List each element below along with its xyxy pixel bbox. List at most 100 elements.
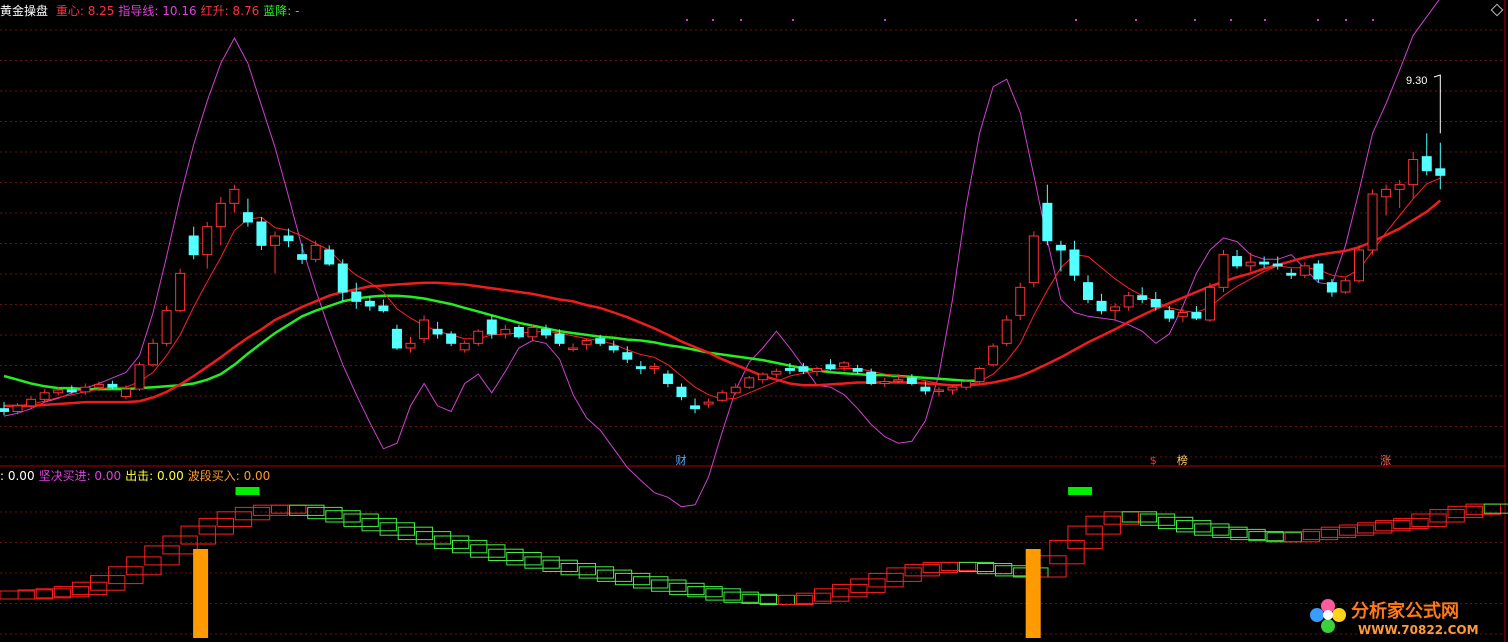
candle-body bbox=[378, 305, 389, 312]
guide-line-series bbox=[3, 0, 1440, 508]
candle-body bbox=[134, 364, 145, 390]
candle-body bbox=[866, 371, 877, 384]
wave-step bbox=[868, 572, 904, 588]
candle-body bbox=[1015, 286, 1026, 316]
buy-signal-bar bbox=[1025, 549, 1041, 638]
dot-marker bbox=[1372, 19, 1374, 21]
wave-step bbox=[1357, 522, 1393, 534]
candle-body bbox=[690, 405, 701, 410]
wave-step bbox=[1067, 525, 1103, 549]
candle-body bbox=[297, 254, 308, 260]
candle-body bbox=[947, 386, 958, 391]
wave-step bbox=[470, 544, 506, 558]
candle-body bbox=[26, 398, 37, 407]
candle-body bbox=[893, 379, 904, 382]
candle-body bbox=[812, 368, 822, 372]
candle-body bbox=[662, 373, 673, 384]
candle-body bbox=[1408, 158, 1419, 186]
candle-body bbox=[391, 328, 402, 349]
candle-body bbox=[324, 249, 335, 265]
candle-body bbox=[703, 401, 714, 405]
wave-step bbox=[361, 517, 397, 532]
candle-body bbox=[1381, 188, 1392, 198]
wave-step bbox=[596, 569, 633, 582]
wave-step bbox=[1411, 513, 1447, 527]
stock-chart-canvas[interactable]: 财 $ 榜 涨 9.30 bbox=[0, 0, 1508, 642]
candle-body bbox=[1096, 300, 1107, 312]
candle-body bbox=[1177, 312, 1188, 317]
candle-body bbox=[988, 345, 999, 366]
candle-body bbox=[188, 235, 199, 256]
candle-body bbox=[1340, 280, 1351, 293]
candle-body bbox=[242, 212, 253, 223]
candle-body bbox=[107, 383, 118, 388]
candle-body bbox=[473, 330, 484, 344]
wave-step bbox=[1049, 539, 1085, 565]
candle-body bbox=[568, 347, 579, 350]
candle-body bbox=[175, 272, 186, 312]
wave-step bbox=[995, 565, 1031, 577]
candle-body bbox=[120, 388, 131, 398]
wave-step bbox=[904, 564, 940, 577]
wave-step bbox=[53, 586, 90, 598]
candle-body bbox=[1150, 298, 1161, 308]
candle-body bbox=[1083, 282, 1093, 300]
dot-marker bbox=[712, 19, 714, 21]
series-line bbox=[3, 0, 1440, 508]
wave-step bbox=[162, 535, 198, 555]
candle-body bbox=[1204, 286, 1215, 321]
candle-body bbox=[541, 328, 551, 336]
sub-panel-grid bbox=[0, 511, 1505, 635]
main-header-item: 蓝降: - bbox=[263, 4, 300, 18]
candle-body bbox=[229, 188, 240, 204]
wave-step bbox=[144, 545, 180, 566]
candle-body bbox=[1191, 312, 1202, 319]
candle-body bbox=[622, 352, 633, 360]
wave-step bbox=[940, 561, 977, 571]
dot-marker bbox=[1345, 19, 1347, 21]
candle-body bbox=[1394, 184, 1405, 190]
wave-step bbox=[614, 572, 651, 586]
wave-step bbox=[397, 526, 434, 541]
candle-body bbox=[1232, 256, 1243, 267]
candle-body bbox=[66, 389, 77, 393]
wave-step bbox=[1338, 524, 1375, 536]
candle-body bbox=[1299, 265, 1310, 276]
wave-step bbox=[814, 588, 850, 602]
candle-body bbox=[459, 342, 470, 351]
candle-body bbox=[906, 377, 917, 384]
candle-body bbox=[635, 366, 646, 370]
diamond-outline-icon[interactable] bbox=[1490, 3, 1504, 17]
main-header-item: 指导线: 10.16 bbox=[118, 4, 197, 18]
candle-body bbox=[80, 386, 91, 393]
candle-body bbox=[215, 202, 226, 228]
wave-step bbox=[1212, 526, 1248, 538]
wave-step bbox=[1157, 516, 1194, 530]
candle-body bbox=[717, 392, 728, 401]
candle-body bbox=[1286, 272, 1297, 276]
price-arrow-icon bbox=[1433, 74, 1441, 134]
candle-body bbox=[825, 364, 836, 370]
candle-body bbox=[1001, 319, 1012, 344]
wave-step bbox=[1194, 523, 1230, 536]
wave-step bbox=[90, 575, 126, 591]
candle-body bbox=[1272, 263, 1283, 267]
candle-body bbox=[554, 333, 565, 344]
main-header-item: 红升: 8.76 bbox=[200, 4, 260, 18]
candle-body bbox=[771, 370, 782, 375]
sell-signal-markers bbox=[235, 487, 1093, 495]
main-indicator-header: 黄金操盘 重心: 8.25 指导线: 10.16 红升: 8.76 蓝降: - bbox=[0, 4, 303, 18]
wave-step bbox=[1085, 515, 1121, 535]
dot-marker bbox=[1075, 19, 1077, 21]
price-label: 9.30 bbox=[1406, 75, 1427, 87]
event-marker: 涨 bbox=[1380, 454, 1391, 467]
candle-body bbox=[852, 368, 863, 372]
wave-step bbox=[922, 561, 958, 574]
wave-step bbox=[252, 504, 289, 516]
candle-body bbox=[1218, 254, 1229, 288]
watermark-brand: 分析家公式网 bbox=[1351, 600, 1459, 622]
candle-body bbox=[839, 362, 850, 368]
candle-body bbox=[1421, 156, 1432, 172]
candle-body bbox=[1123, 295, 1134, 308]
wave-step bbox=[832, 583, 868, 598]
